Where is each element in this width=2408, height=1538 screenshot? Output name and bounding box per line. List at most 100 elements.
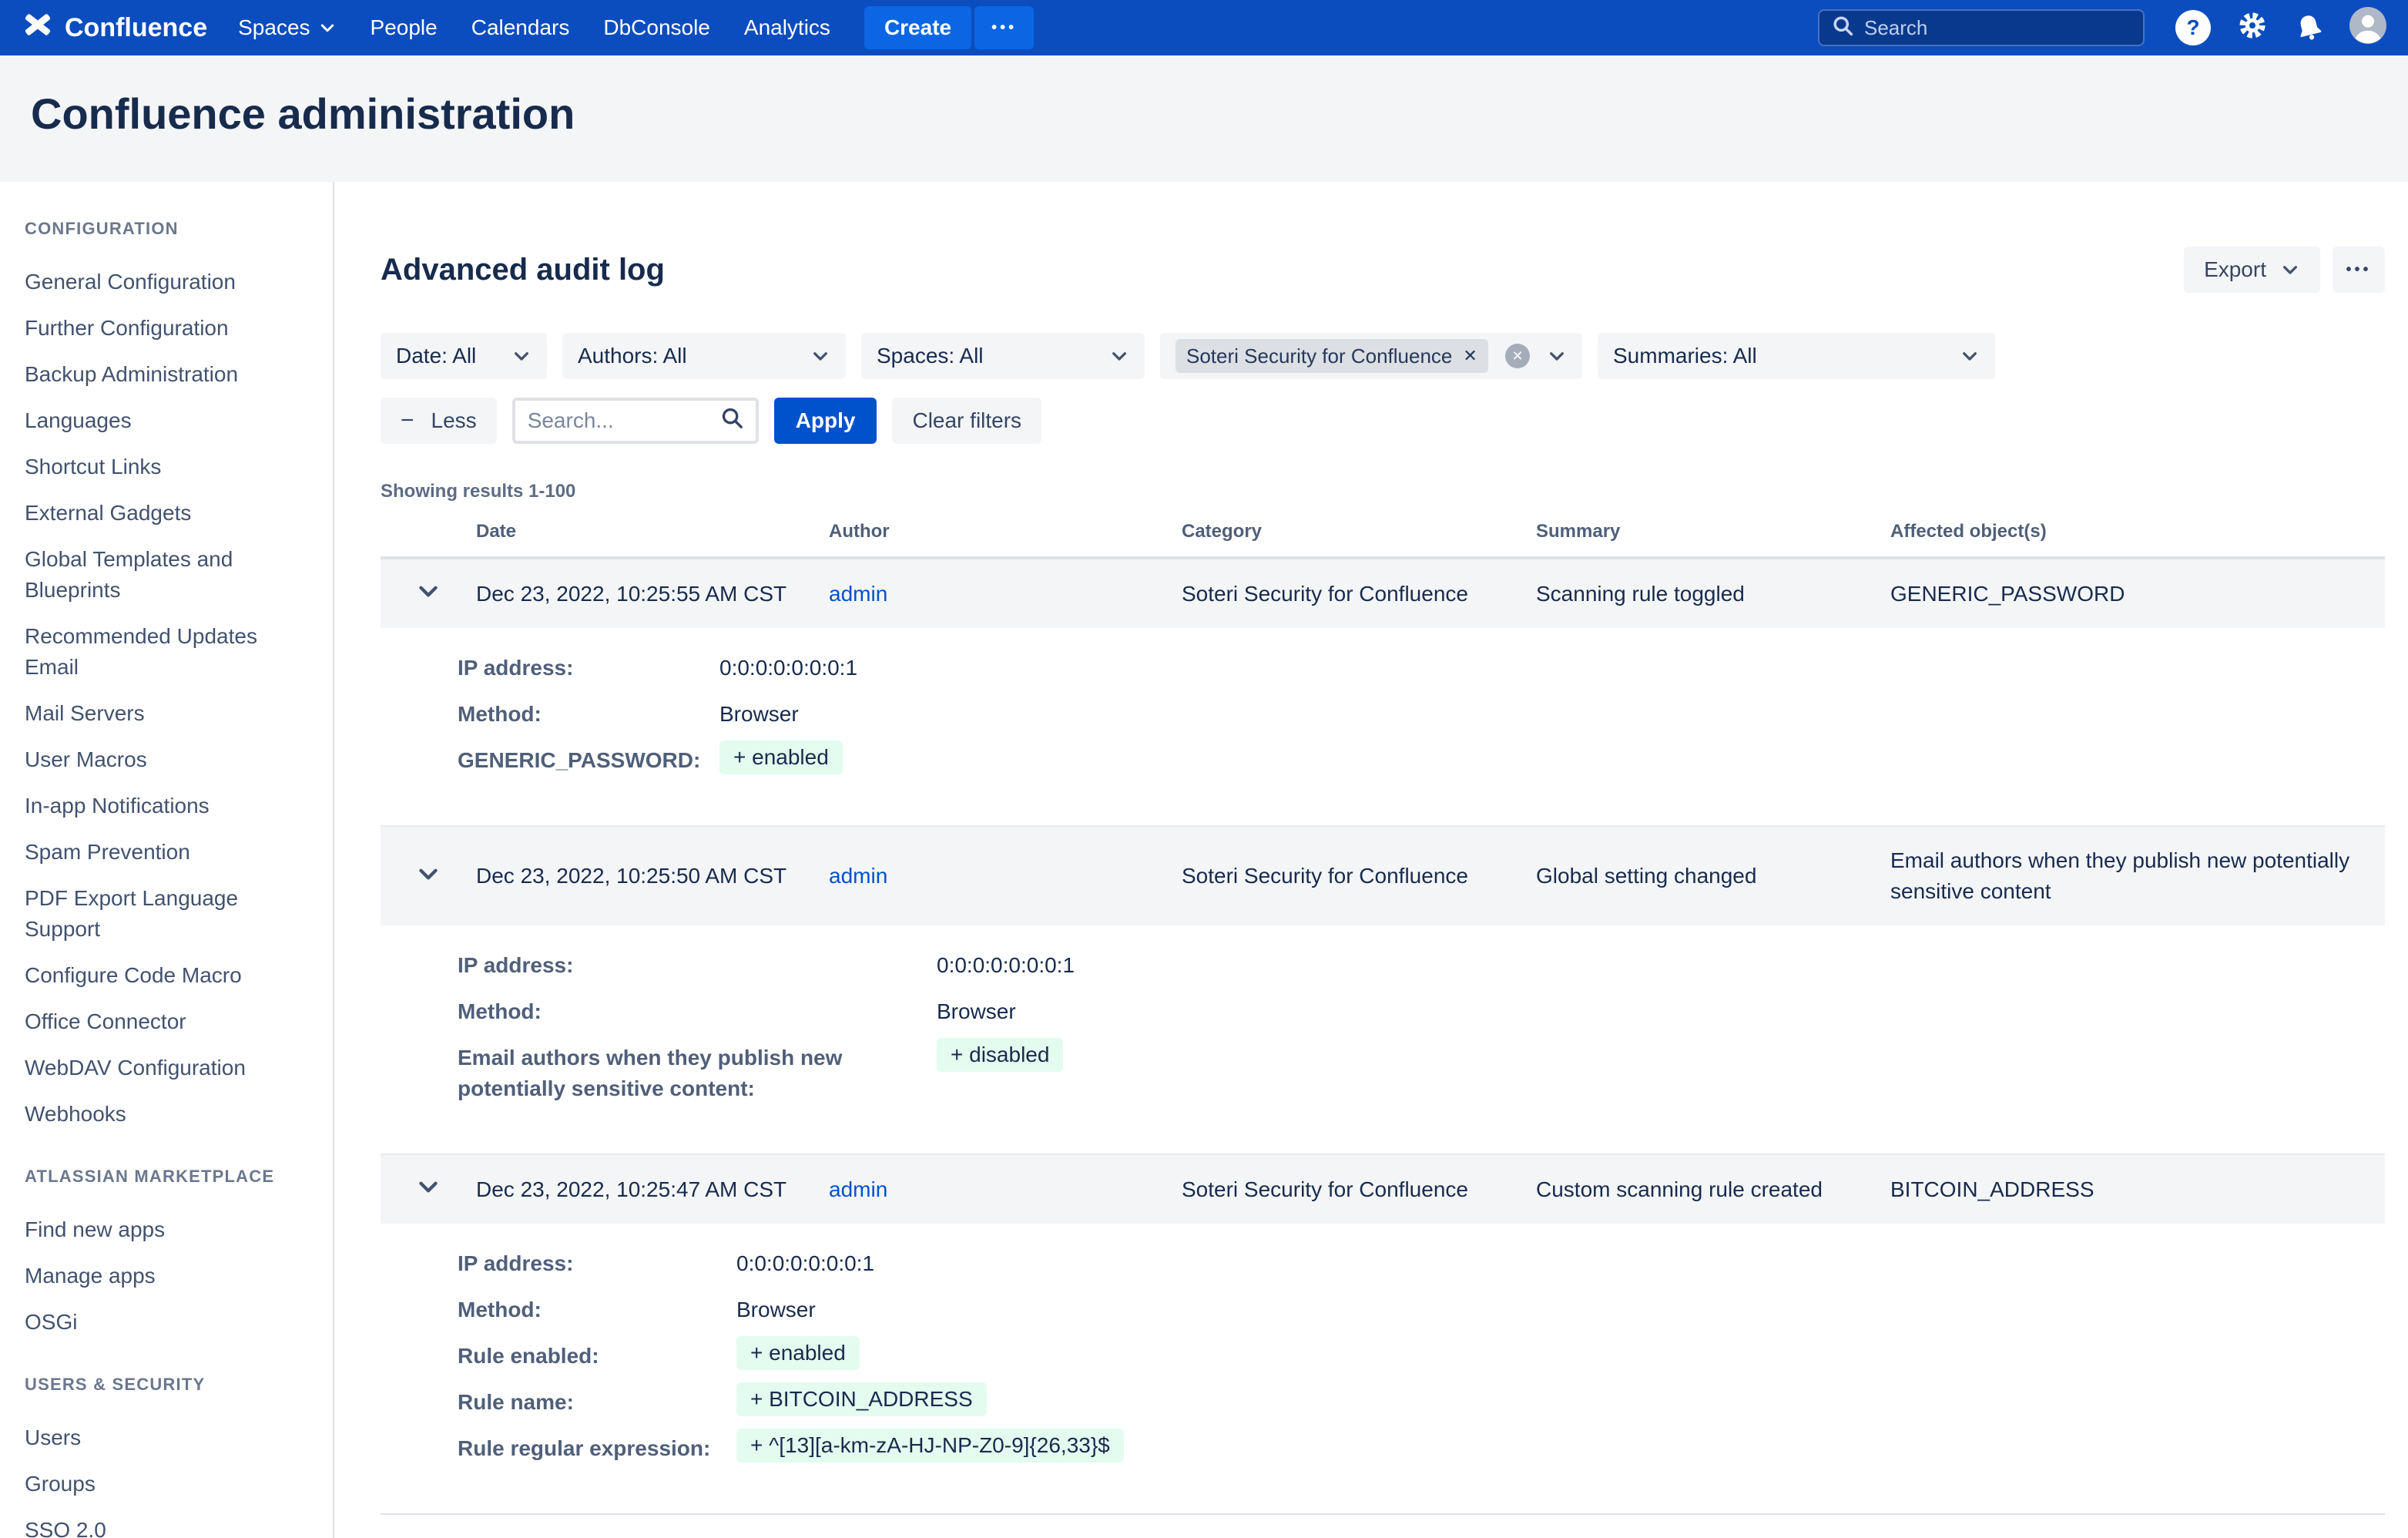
cell-category: Soteri Security for Confluence — [1182, 864, 1536, 888]
collapse-row-button[interactable] — [381, 1174, 476, 1205]
create-button[interactable]: Create — [864, 6, 971, 49]
change-badge: + enabled — [736, 1336, 860, 1370]
nav-more-button[interactable]: ••• — [974, 6, 1034, 49]
profile-button[interactable] — [2349, 7, 2386, 49]
collapse-row-button[interactable] — [381, 578, 476, 609]
authors-filter[interactable]: Authors: All — [562, 333, 846, 379]
cell-affected: BITCOIN_ADDRESS — [1890, 1174, 2385, 1205]
detail-value: 0:0:0:0:0:0:0:1 — [736, 1248, 2385, 1279]
nav-search[interactable] — [1818, 9, 2145, 46]
detail-value: 0:0:0:0:0:0:0:1 — [719, 653, 2385, 683]
sidebar-item-manage-apps[interactable]: Manage apps — [25, 1261, 311, 1291]
nav-item-dbconsole[interactable]: DbConsole — [603, 15, 710, 40]
sidebar-item-users[interactable]: Users — [25, 1422, 311, 1453]
sidebar-item-recommended-updates-email[interactable]: Recommended Updates Email — [25, 621, 311, 683]
search-icon — [1832, 14, 1853, 42]
bell-icon — [2291, 9, 2328, 46]
sidebar-item-backup-administration[interactable]: Backup Administration — [25, 359, 311, 390]
sidebar-item-general-configuration[interactable]: General Configuration — [25, 267, 311, 297]
nav-icons: ? — [2175, 7, 2386, 49]
chevron-down-icon — [415, 1174, 441, 1205]
spaces-filter[interactable]: Spaces: All — [861, 333, 1145, 379]
remove-chip-icon[interactable]: ✕ — [1463, 346, 1477, 366]
nav-search-input[interactable] — [1864, 16, 2131, 40]
less-button[interactable]: − Less — [381, 398, 497, 444]
date-filter[interactable]: Date: All — [381, 333, 547, 379]
page-title: Confluence administration — [31, 88, 2377, 140]
table-row: Dec 23, 2022, 10:25:50 AM CST admin Sote… — [381, 825, 2385, 925]
categories-filter[interactable]: Soteri Security for Confluence ✕ ✕ — [1160, 333, 1582, 379]
sidebar-section-atlassian-marketplace: ATLASSIAN MARKETPLACE — [25, 1167, 311, 1187]
sidebar-item-sso[interactable]: SSO 2.0 — [25, 1515, 311, 1538]
sidebar-item-pdf-export-language[interactable]: PDF Export Language Support — [25, 883, 311, 945]
clear-filter-icon[interactable]: ✕ — [1505, 344, 1530, 368]
sidebar-item-webdav-configuration[interactable]: WebDAV Configuration — [25, 1053, 311, 1083]
minus-icon: − — [401, 408, 414, 434]
detail-label: Rule enabled: — [458, 1341, 718, 1372]
more-actions-button[interactable]: ••• — [2333, 247, 2385, 293]
nav-item-calendars[interactable]: Calendars — [471, 15, 570, 40]
sidebar-item-webhooks[interactable]: Webhooks — [25, 1099, 311, 1130]
apply-button[interactable]: Apply — [774, 398, 877, 444]
table-row: Dec 23, 2022, 10:25:55 AM CST admin Sote… — [381, 559, 2385, 628]
gear-icon — [2235, 8, 2269, 48]
change-badge: + disabled — [937, 1038, 1063, 1072]
author-link[interactable]: admin — [829, 582, 887, 606]
detail-label: IP address: — [458, 1248, 718, 1279]
detail-value: Browser — [937, 996, 2385, 1027]
cell-date: Dec 23, 2022, 10:25:47 AM CST — [476, 1177, 829, 1202]
confluence-brand[interactable]: Confluence — [22, 8, 207, 48]
filter-bar: Date: All Authors: All Spaces: All Soter… — [381, 333, 2385, 379]
sidebar-item-further-configuration[interactable]: Further Configuration — [25, 313, 311, 344]
help-button[interactable]: ? — [2175, 10, 2211, 45]
filter-controls: − Less Apply Clear filters — [381, 398, 2385, 444]
audit-search-input[interactable] — [528, 408, 711, 433]
sidebar-item-languages[interactable]: Languages — [25, 405, 311, 436]
cell-date: Dec 23, 2022, 10:25:55 AM CST — [476, 582, 829, 606]
cell-summary: Custom scanning rule created — [1536, 1177, 1890, 1202]
author-link[interactable]: admin — [829, 1177, 887, 1201]
row-details: IP address: 0:0:0:0:0:0:0:1 Method: Brow… — [381, 628, 2385, 825]
chevron-down-icon — [415, 861, 441, 892]
admin-sidebar: CONFIGURATION General Configuration Furt… — [0, 182, 334, 1538]
cell-date: Dec 23, 2022, 10:25:50 AM CST — [476, 864, 829, 888]
help-icon: ? — [2175, 10, 2211, 45]
nav-item-people[interactable]: People — [371, 15, 438, 40]
detail-label: Rule name: — [458, 1387, 718, 1418]
sidebar-item-user-macros[interactable]: User Macros — [25, 744, 311, 775]
sidebar-item-external-gadgets[interactable]: External Gadgets — [25, 498, 311, 529]
settings-button[interactable] — [2235, 8, 2269, 48]
cell-affected: GENERIC_PASSWORD — [1890, 579, 2385, 609]
table-header: Date Author Category Summary Affected ob… — [381, 521, 2385, 559]
sidebar-item-spam-prevention[interactable]: Spam Prevention — [25, 837, 311, 868]
notifications-button[interactable] — [2294, 12, 2325, 43]
sidebar-item-shortcut-links[interactable]: Shortcut Links — [25, 452, 311, 482]
sidebar-item-configure-code-macro[interactable]: Configure Code Macro — [25, 960, 311, 991]
col-affected: Affected object(s) — [1890, 521, 2385, 542]
chevron-down-icon — [318, 18, 337, 37]
create-group: Create ••• — [864, 6, 1034, 49]
sidebar-item-find-new-apps[interactable]: Find new apps — [25, 1214, 311, 1245]
detail-label: Method: — [458, 996, 843, 1027]
chevron-down-icon — [810, 346, 830, 366]
col-summary: Summary — [1536, 521, 1890, 542]
page-header: Confluence administration — [0, 55, 2408, 182]
nav-item-analytics[interactable]: Analytics — [744, 15, 830, 40]
audit-search[interactable] — [512, 398, 759, 444]
sidebar-item-global-templates[interactable]: Global Templates and Blueprints — [25, 544, 311, 606]
author-link[interactable]: admin — [829, 864, 887, 888]
sidebar-item-office-connector[interactable]: Office Connector — [25, 1006, 311, 1037]
summaries-filter[interactable]: Summaries: All — [1598, 333, 1995, 379]
col-category: Category — [1182, 521, 1536, 542]
chevron-down-icon — [511, 346, 532, 366]
export-button[interactable]: Export — [2184, 247, 2320, 293]
cell-category: Soteri Security for Confluence — [1182, 1177, 1536, 1202]
clear-filters-button[interactable]: Clear filters — [892, 398, 1041, 444]
sidebar-item-in-app-notifications[interactable]: In-app Notifications — [25, 791, 311, 821]
collapse-row-button[interactable] — [381, 861, 476, 892]
detail-label: Rule regular expression: — [458, 1433, 718, 1464]
nav-item-spaces[interactable]: Spaces — [238, 15, 336, 40]
sidebar-item-groups[interactable]: Groups — [25, 1469, 311, 1499]
sidebar-item-osgi[interactable]: OSGi — [25, 1307, 311, 1338]
sidebar-item-mail-servers[interactable]: Mail Servers — [25, 698, 311, 729]
